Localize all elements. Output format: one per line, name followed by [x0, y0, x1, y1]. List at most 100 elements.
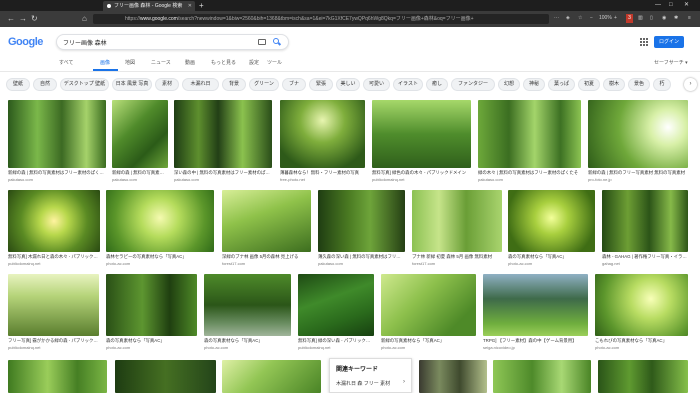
home-icon[interactable]: ⌂	[82, 14, 87, 24]
chip[interactable]: 葉っぱ	[548, 78, 575, 91]
google-favicon-icon	[107, 4, 111, 8]
result-card[interactable]: こもれびの写真素材なら「写真AC」 photo-ac.com	[595, 274, 688, 354]
hamburger-menu-icon[interactable]: ≡	[688, 14, 691, 23]
result-card[interactable]: ブナ林 新緑 初夏 森林 5月 画像 無料素材 forest17.com	[412, 190, 502, 269]
result-card[interactable]	[115, 360, 216, 393]
result-card[interactable]: 深い森の中 | 無料の写真素材はフリー素材のぱくたそ pakutaso.com	[174, 100, 272, 182]
result-card[interactable]: 緑の木々 | 無料の写真素材はフリー素材のぱくたそ pakutaso.com	[478, 100, 581, 182]
tab-images[interactable]: 画像	[100, 59, 110, 66]
result-card[interactable]: 深緑のブナ林 画像 5月の森林 見上げる forest17.com	[222, 190, 311, 269]
maximize-icon[interactable]: □	[669, 0, 673, 11]
chip[interactable]: 緊張	[309, 78, 333, 91]
chip[interactable]: 壁紙	[6, 78, 30, 91]
result-caption: 深緑のブナ林 画像 5月の森林 見上げる	[222, 254, 299, 259]
camera-search-icon[interactable]	[258, 39, 266, 45]
chip[interactable]: 素材	[155, 78, 179, 91]
result-card[interactable]: 無料写真] 緑色の森の木々 - パブリックドメイン publicdomainq.…	[372, 100, 471, 182]
chip[interactable]: イラスト	[393, 78, 423, 91]
google-logo[interactable]: Google	[8, 36, 43, 48]
new-tab-button[interactable]: +	[199, 0, 204, 11]
extension-icon[interactable]: ✱	[674, 14, 678, 23]
result-source: seiga.nicovideo.jp	[483, 345, 515, 350]
result-card[interactable]: 森の写真素材なら「写真AC」 photo-ac.com	[508, 190, 595, 269]
apps-grid-icon[interactable]	[640, 38, 648, 46]
chip[interactable]: 日本 風景 写真	[112, 78, 152, 91]
chip[interactable]: 可愛い	[363, 78, 390, 91]
tab-settings[interactable]: 設定	[249, 59, 259, 66]
tab-maps[interactable]: 地図	[125, 59, 135, 66]
result-card[interactable]: 薄暮森林なら！無料・フリー素材の写真 free-photo.net	[280, 100, 365, 182]
zoom-out-icon[interactable]: −	[590, 14, 593, 23]
result-card[interactable]: 新緑の森 | 無料のフリー写真素材 無料の写真素材 pro-foto.ne.jp	[588, 100, 688, 182]
result-source: photo-ac.com	[508, 261, 533, 266]
chip[interactable]: 美しい	[336, 78, 360, 91]
browser-tab-bar: フリー画像 森林 - Google 検索 ✕ + — □ ✕	[0, 0, 700, 11]
search-icon[interactable]	[273, 38, 279, 44]
result-card[interactable]: 新緑の森 | 無料の写真素材はフリー素材のぱくたそ pakutaso.com	[8, 100, 106, 182]
result-card[interactable]: 森の写真素材なら「写真AC」 photo-ac.com	[204, 274, 291, 354]
chip[interactable]: グリーン	[249, 78, 279, 91]
result-card[interactable]: 森林 - GAHAG | 著作権フリー写真・イラスト gahag.net	[602, 190, 688, 269]
result-card[interactable]: 森林セラピーの写真素材なら「写真AC」 photo-ac.com	[106, 190, 214, 269]
tab-videos[interactable]: 動画	[185, 59, 195, 66]
bookmark-star-icon[interactable]: ☆	[578, 14, 582, 23]
chip[interactable]: 朽	[653, 78, 671, 91]
result-card[interactable]	[222, 360, 321, 393]
tab-tools[interactable]: ツール	[267, 59, 282, 66]
result-card[interactable]: 無料写真] 緑の深い森 - パブリックドメインQ publicdomainq.n…	[298, 274, 374, 354]
library-icon[interactable]: ▥	[638, 14, 643, 23]
chip[interactable]: 景色	[628, 78, 650, 91]
chip[interactable]: 樹木	[603, 78, 625, 91]
search-box	[56, 34, 289, 50]
result-card[interactable]: 新緑の写真素材なら「写真AC」 photo-ac.com	[381, 274, 476, 354]
chip[interactable]: 自然	[33, 78, 57, 91]
url-bar[interactable]: https://www.google.com/search?newwindow=…	[93, 14, 549, 24]
extension-badge[interactable]: 3	[626, 14, 633, 23]
result-source: photo-ac.com	[204, 345, 229, 350]
result-card[interactable]: TRPG] 【フリー素材】森の中【ゲーム背景用】 seiga.nicovideo…	[483, 274, 588, 354]
chip[interactable]: デスクトップ 壁紙	[60, 78, 109, 91]
browser-tab[interactable]: フリー画像 森林 - Google 検索 ✕	[103, 1, 195, 11]
tab-more[interactable]: もっと見る	[211, 59, 236, 66]
back-icon[interactable]: ←	[7, 14, 15, 24]
tab-news[interactable]: ニュース	[151, 59, 171, 66]
forest-image	[174, 100, 272, 168]
reload-icon[interactable]: ↻	[31, 14, 38, 24]
result-card[interactable]: 薄久森の深い森 | 無料の写真素材はフリー素材の pakutaso.com	[318, 190, 405, 269]
result-card[interactable]	[493, 360, 591, 393]
pocket-icon[interactable]: ◈	[566, 14, 570, 23]
menu-dots-icon[interactable]: ···	[554, 14, 559, 23]
close-tab-icon[interactable]: ✕	[188, 1, 192, 11]
chevron-right-icon[interactable]: ›	[684, 78, 697, 91]
account-icon[interactable]: ◉	[662, 14, 666, 23]
minimize-icon[interactable]: —	[655, 0, 661, 11]
result-card[interactable]: 森の写真素材なら「写真AC」 photo-ac.com	[106, 274, 197, 354]
result-card[interactable]: 無料写真] 木漏れ日と森の木々 - パブリックドメイン publicdomain…	[8, 190, 100, 269]
result-card[interactable]: フリー写真] 霧がかかる緑の森 - パブリックドメイン publicdomain…	[8, 274, 99, 354]
search-input[interactable]	[63, 37, 243, 48]
forward-icon[interactable]: →	[19, 14, 27, 24]
chip[interactable]: 背景	[222, 78, 246, 91]
result-card[interactable]: 新緑の森 | 無料の写真素材はフリー素材のぱくたそ pakutaso.com	[112, 100, 168, 182]
close-window-icon[interactable]: ✕	[684, 0, 689, 11]
result-card[interactable]	[598, 360, 688, 393]
result-caption: 無料写真] 木漏れ日と森の木々 - パブリックドメイン	[8, 254, 100, 259]
safesearch-toggle[interactable]: セーフサーチ ▾	[654, 59, 688, 66]
related-keyword-link[interactable]: 木漏れ日 森 フリー 素材	[336, 380, 390, 387]
chip[interactable]: 幻想	[498, 78, 520, 91]
zoom-in-icon[interactable]: +	[614, 14, 617, 23]
chip[interactable]: ファンタジー	[451, 78, 495, 91]
url-host: www.google.com	[140, 16, 178, 22]
sidebar-icon[interactable]: ▯	[650, 14, 653, 23]
result-source: publicdomainq.net	[372, 177, 405, 182]
chip[interactable]: ブナ	[282, 78, 306, 91]
chip[interactable]: 神秘	[523, 78, 545, 91]
login-button[interactable]: ログイン	[654, 36, 684, 48]
tab-all[interactable]: すべて	[59, 59, 73, 66]
chevron-right-icon[interactable]: ›	[403, 379, 405, 385]
chip[interactable]: 初夏	[578, 78, 600, 91]
result-card[interactable]	[8, 360, 107, 393]
chip[interactable]: 癒し	[426, 78, 448, 91]
result-card[interactable]	[419, 360, 487, 393]
chip[interactable]: 木漏れ日	[182, 78, 219, 91]
